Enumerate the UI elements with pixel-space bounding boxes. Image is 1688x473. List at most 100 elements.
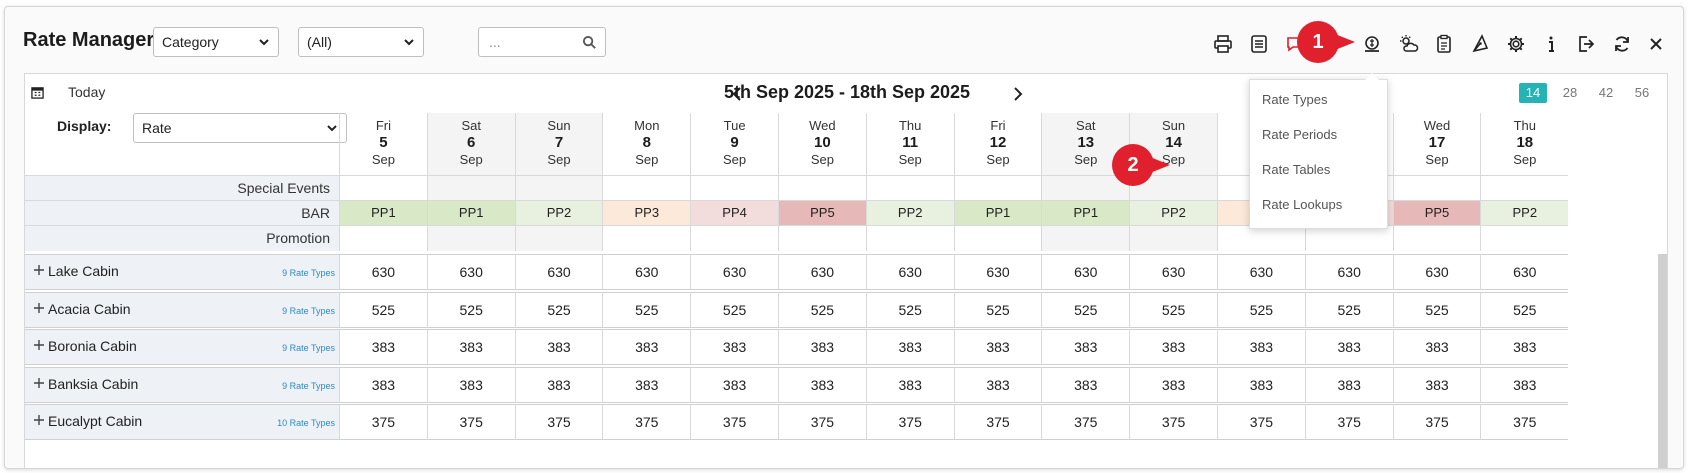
rate-cell[interactable]: 375 (339, 404, 427, 440)
rate-cell[interactable]: 375 (865, 404, 954, 440)
rate-cell[interactable]: 525 (1129, 292, 1217, 328)
rate-cell[interactable]: 375 (426, 404, 515, 440)
room-row-label[interactable]: Banksia Cabin 9 Rate Types (25, 367, 339, 403)
rate-cell[interactable]: 375 (1217, 404, 1305, 440)
rate-cell[interactable]: 375 (953, 404, 1042, 440)
rate-cell[interactable]: 630 (514, 254, 603, 290)
menu-item-rate-types[interactable]: Rate Types (1262, 92, 1328, 107)
rate-cell[interactable]: 383 (1129, 329, 1217, 365)
expand-plus-icon[interactable] (33, 264, 45, 276)
rate-cell[interactable]: 383 (1041, 329, 1130, 365)
rate-cell[interactable]: 525 (426, 292, 515, 328)
vertical-scrollbar[interactable] (1658, 254, 1667, 468)
pen-nib-icon[interactable] (1469, 33, 1491, 55)
category-select[interactable]: Category (153, 27, 279, 57)
calendar-cell[interactable] (514, 225, 603, 251)
clipboard-icon[interactable] (1433, 33, 1455, 55)
calendar-cell[interactable] (865, 175, 954, 201)
calendar-cell[interactable] (1392, 175, 1481, 201)
rate-cell[interactable]: 525 (514, 292, 603, 328)
rate-cell[interactable]: 383 (602, 329, 691, 365)
rate-cell[interactable]: 383 (426, 329, 515, 365)
bar-period-cell[interactable]: PP5 (1392, 200, 1481, 226)
bar-period-cell[interactable]: PP4 (690, 200, 778, 226)
rate-cell[interactable]: 383 (514, 329, 603, 365)
menu-item-rate-lookups[interactable]: Rate Lookups (1262, 197, 1342, 212)
rate-cell[interactable]: 525 (690, 292, 778, 328)
rate-cell[interactable]: 383 (1304, 329, 1393, 365)
bar-period-cell[interactable]: PP5 (778, 200, 866, 226)
bar-period-cell[interactable]: PP2 (1480, 200, 1569, 226)
rate-cell[interactable]: 383 (865, 329, 954, 365)
menu-item-rate-periods[interactable]: Rate Periods (1262, 127, 1337, 142)
calendar-cell[interactable] (602, 225, 691, 251)
rate-cell[interactable]: 375 (602, 404, 691, 440)
gear-icon[interactable] (1505, 33, 1527, 55)
rate-cell[interactable]: 383 (602, 367, 691, 403)
rate-cell[interactable]: 525 (1304, 292, 1393, 328)
rate-cell[interactable]: 630 (865, 254, 954, 290)
group-select[interactable]: (All) (298, 27, 424, 57)
rate-cell[interactable]: 630 (778, 254, 866, 290)
rate-cell[interactable]: 525 (953, 292, 1042, 328)
rate-cell[interactable]: 525 (1392, 292, 1481, 328)
rate-cell[interactable]: 375 (1129, 404, 1217, 440)
close-icon[interactable] (1645, 33, 1667, 55)
calendar-cell[interactable] (339, 225, 427, 251)
rate-cell[interactable]: 525 (339, 292, 427, 328)
info-icon[interactable] (1540, 33, 1562, 55)
rate-cell[interactable]: 630 (602, 254, 691, 290)
calendar-cell[interactable] (514, 175, 603, 201)
calendar-cell[interactable] (778, 175, 866, 201)
calendar-cell[interactable] (1480, 175, 1569, 201)
rate-cell[interactable]: 630 (1392, 254, 1481, 290)
rate-cell[interactable]: 525 (1217, 292, 1305, 328)
calendar-cell[interactable] (1041, 225, 1130, 251)
rate-cell[interactable]: 525 (865, 292, 954, 328)
rate-cell[interactable]: 525 (602, 292, 691, 328)
search-input[interactable]: ... (478, 27, 606, 57)
rate-cell[interactable]: 525 (778, 292, 866, 328)
room-row-label[interactable]: Lake Cabin 9 Rate Types (25, 254, 339, 290)
room-row-label[interactable]: Eucalypt Cabin 10 Rate Types (25, 404, 339, 440)
rate-cell[interactable]: 383 (1129, 367, 1217, 403)
menu-item-rate-tables[interactable]: Rate Tables (1262, 162, 1330, 177)
expand-plus-icon[interactable] (33, 339, 45, 351)
rate-cell[interactable]: 383 (1480, 329, 1569, 365)
expand-plus-icon[interactable] (33, 377, 45, 389)
calendar-cell[interactable] (426, 175, 515, 201)
rate-cell[interactable]: 630 (426, 254, 515, 290)
calendar-cell[interactable] (426, 225, 515, 251)
chevron-right-icon[interactable] (1010, 86, 1024, 102)
rate-cell[interactable]: 630 (339, 254, 427, 290)
calendar-cell[interactable] (602, 175, 691, 201)
rate-cell[interactable]: 630 (690, 254, 778, 290)
calendar-cell[interactable] (953, 225, 1042, 251)
room-row-label[interactable]: Acacia Cabin 9 Rate Types (25, 292, 339, 328)
calendar-cell[interactable] (778, 225, 866, 251)
calendar-cell[interactable] (690, 175, 778, 201)
rate-cell[interactable]: 383 (690, 329, 778, 365)
days-option-56[interactable]: 56 (1625, 83, 1659, 103)
calendar-cell[interactable] (339, 175, 427, 201)
days-option-28[interactable]: 28 (1553, 83, 1587, 103)
bar-period-cell[interactable]: PP1 (339, 200, 427, 226)
rate-cell[interactable]: 383 (1041, 367, 1130, 403)
bar-period-cell[interactable]: PP3 (602, 200, 691, 226)
bar-period-cell[interactable]: PP1 (426, 200, 515, 226)
days-option-42[interactable]: 42 (1589, 83, 1623, 103)
rate-cell[interactable]: 375 (1041, 404, 1130, 440)
search-icon[interactable] (582, 35, 597, 50)
bar-period-cell[interactable]: PP1 (1041, 200, 1130, 226)
bar-period-cell[interactable]: PP2 (1129, 200, 1217, 226)
rate-types-link[interactable]: 9 Rate Types (282, 381, 335, 391)
rate-cell[interactable]: 383 (778, 329, 866, 365)
weather-icon[interactable] (1398, 33, 1420, 55)
calendar-cell[interactable] (1041, 175, 1130, 201)
rate-cell[interactable]: 383 (953, 329, 1042, 365)
rate-cell[interactable]: 383 (1480, 367, 1569, 403)
rate-cell[interactable]: 383 (339, 329, 427, 365)
bar-period-cell[interactable]: PP1 (953, 200, 1042, 226)
rate-cell[interactable]: 375 (514, 404, 603, 440)
rate-types-link[interactable]: 9 Rate Types (282, 306, 335, 316)
